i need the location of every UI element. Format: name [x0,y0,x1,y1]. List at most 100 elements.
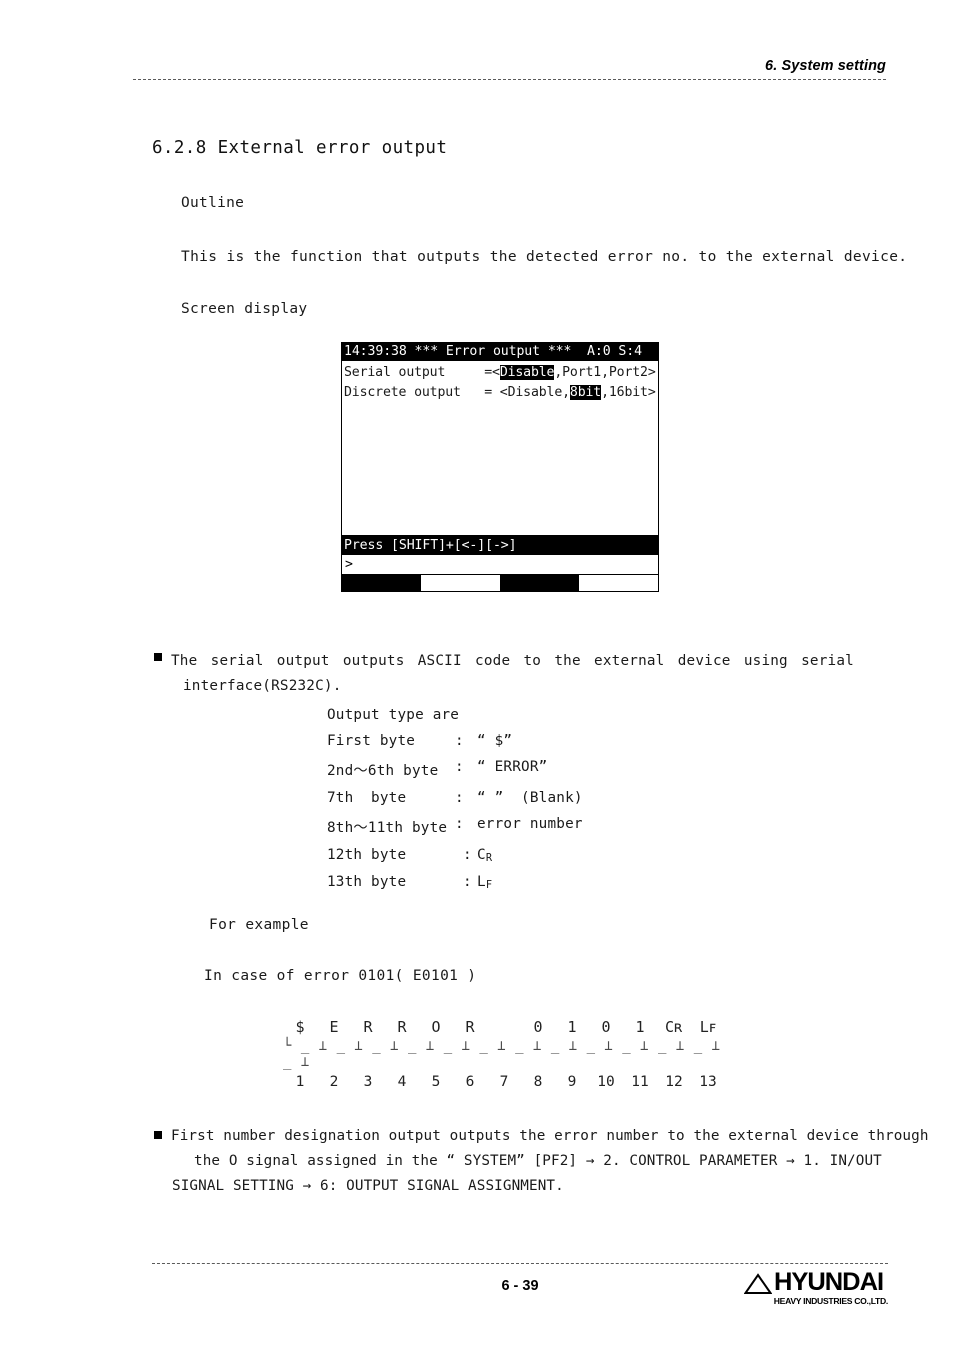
lcd-function-key-3[interactable] [500,575,579,591]
lcd-function-key-4[interactable] [579,575,658,591]
lcd-serial-options[interactable]: ,Port1,Port2> [554,365,655,380]
byte-char: O [431,1018,441,1036]
byte-index: 8 [533,1074,543,1090]
byte-row-value: LF [477,874,583,901]
header-divider [133,79,886,80]
lcd-row-discrete-output[interactable]: Discrete output = <Disable,8bit,16bit> [344,383,658,403]
bullet-serial-line1: The serial output outputs ASCII code to … [154,653,854,669]
lcd-function-key-strip[interactable] [342,575,658,591]
byte-row-value: error number [477,816,583,832]
bullet-square-icon [154,653,162,661]
lcd-command-prompt[interactable]: > [342,555,658,575]
byte-index: 5 [431,1074,441,1090]
table-row: 8th～11th byte : error number [327,816,583,847]
outline-description: This is the function that outputs the de… [181,249,908,265]
byte-row-colon: : [455,790,464,806]
byte-row-label: 12th byte [327,847,407,863]
page-footer: 6 - 39 HYUNDAI HEAVY INDUSTRIES CO.,LTD. [152,1258,888,1324]
table-row: 2nd～6th byte : “ ERROR” [327,759,583,790]
word: serial [801,653,854,669]
bullet-first-number-designation: First number designation output outputs … [154,1124,928,1199]
bullet-serial-line1-text: The serial output outputs ASCII code to … [171,653,854,669]
table-row: First byte : “ $” [327,733,583,759]
bullet-serial-line2: interface(RS232C). [183,678,342,694]
table-row: 7th byte : “ ” (Blank) [327,790,583,816]
byte-index: 3 [363,1074,373,1090]
byte-index: 4 [397,1074,407,1090]
bullet2-line1-text: First number designation output outputs … [171,1128,929,1144]
lcd-function-key-2[interactable] [421,575,500,591]
byte-row-label: 13th byte [327,873,407,890]
byte-ruler-tickline: └ _ ⊥ _ ⊥ _ ⊥ _ ⊥ _ ⊥ _ ⊥ _ ⊥ _ ⊥ _ ⊥ _ … [283,1038,721,1070]
lcd-serial-selected-value[interactable]: Disable [499,365,554,380]
lcd-discrete-selected-value[interactable]: 8bit [569,385,601,400]
lcd-discrete-eq: = <Disable, [484,385,570,400]
lcd-function-key-1[interactable] [342,575,421,591]
for-example-label: For example [209,917,309,933]
byte-row-label: 7th byte [327,790,407,806]
byte-row-value: “ $” [477,733,513,749]
byte-row-label: 8th～11th byte [327,820,448,836]
word: serial [210,653,264,669]
logo-text-block: HYUNDAI HEAVY INDUSTRIES CO.,LTD. [773,1268,889,1307]
word: using [743,653,788,669]
screen-display-label: Screen display [181,301,308,317]
word: device [677,653,731,669]
byte-row-value: CR [477,847,583,874]
word: external [594,653,665,669]
byte-index: 1 [295,1074,305,1090]
word: to [523,653,542,669]
byte-char: R [397,1018,407,1036]
byte-index: 10 [597,1074,615,1090]
outline-label: Outline [181,195,245,211]
byte-row-value-text: C [477,847,486,863]
byte-char [487,1018,521,1036]
lcd-row-serial-output[interactable]: Serial output =<Disable,Port1,Port2> [344,363,658,383]
byte-row-colon: : [455,759,464,775]
document-page: 6. System setting 6.2.8 External error o… [0,0,954,1351]
logo-company-subtitle: HEAVY INDUSTRIES CO.,LTD. [773,1296,889,1306]
bullet2-line1: First number designation output outputs … [154,1124,928,1149]
byte-ruler-characters: $ E R R O R 0 1 0 1 Cʀ Lꜰ [283,1018,733,1036]
byte-index: 13 [699,1074,717,1090]
header-title: 6. System setting [765,58,886,74]
byte-index: 6 [465,1074,475,1090]
word: outputs [342,653,405,669]
byte-ruler-numbers: 1 2 3 4 5 6 7 8 9 10 11 12 13 [283,1074,733,1090]
byte-ruler-diagram: $ E R R O R 0 1 0 1 Cʀ Lꜰ └ _ ⊥ _ ⊥ _ ⊥ … [283,1018,733,1090]
byte-index: 9 [567,1074,577,1090]
lcd-discrete-gap [461,385,484,400]
byte-row-colon: : [455,733,464,749]
lcd-discrete-options[interactable]: ,16bit> [601,385,656,400]
lcd-discrete-label: Discrete output [344,385,461,400]
byte-char: 1 [635,1018,645,1036]
hyundai-logo: HYUNDAI HEAVY INDUSTRIES CO.,LTD. [743,1268,889,1307]
byte-row-colon: : [463,847,472,863]
byte-index: 11 [631,1074,649,1090]
lcd-serial-eq: =< [484,365,500,380]
table-row: 13th byte : LF [327,874,583,901]
byte-row-value: “ ERROR” [477,759,548,775]
byte-char: 0 [601,1018,611,1036]
word: output [276,653,330,669]
byte-row-value-text: L [477,873,486,890]
word: The [171,653,198,669]
logo-company-name: HYUNDAI [773,1268,884,1296]
byte-index: 7 [499,1074,509,1090]
byte-row-value-subscript: F [485,878,493,891]
word: code [475,653,511,669]
in-case-of-error-text: In case of error 0101( E0101 ) [204,968,477,984]
triangle-icon [743,1273,773,1299]
byte-char: Lꜰ [699,1018,717,1036]
byte-char: 1 [567,1018,577,1036]
byte-char: R [363,1018,373,1036]
byte-char: 0 [533,1018,543,1036]
footer-row: 6 - 39 HYUNDAI HEAVY INDUSTRIES CO.,LTD. [152,1264,888,1324]
table-row: 12th byte : CR [327,847,583,874]
byte-table-intro-row: Output type are [327,707,583,733]
bullet2-line2: the O signal assigned in the “ SYSTEM” [… [194,1153,882,1169]
bullet2-line3: SIGNAL SETTING → 6: OUTPUT SIGNAL ASSIGN… [172,1178,564,1194]
bullet-square-icon [154,1131,162,1139]
byte-row-colon: : [455,816,464,832]
byte-table-intro: Output type are [327,707,460,723]
